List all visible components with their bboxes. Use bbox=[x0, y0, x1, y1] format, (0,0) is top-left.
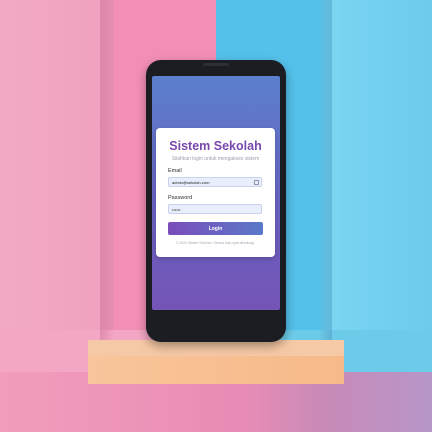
email-field-wrapper bbox=[156, 177, 275, 188]
plinth-top bbox=[88, 340, 344, 356]
left-wall-shadow bbox=[100, 0, 114, 340]
email-label: Email bbox=[168, 168, 182, 174]
phone-speaker bbox=[203, 63, 229, 66]
email-field[interactable] bbox=[168, 177, 262, 187]
id-card-icon bbox=[254, 180, 259, 185]
password-field[interactable] bbox=[168, 204, 262, 214]
footer-text: © 2024 Sistem Sekolah. Semua hak cipta d… bbox=[176, 241, 255, 245]
plinth-front bbox=[88, 356, 344, 384]
login-card: Sistem Sekolah Silahkan login untuk meng… bbox=[156, 128, 275, 257]
app-title: Sistem Sekolah bbox=[169, 139, 262, 153]
login-subtitle: Silahkan login untuk mengakses sistem bbox=[171, 156, 260, 162]
password-label: Password bbox=[168, 195, 193, 201]
right-wall-shadow bbox=[318, 0, 332, 340]
login-button[interactable]: Login bbox=[168, 222, 263, 235]
